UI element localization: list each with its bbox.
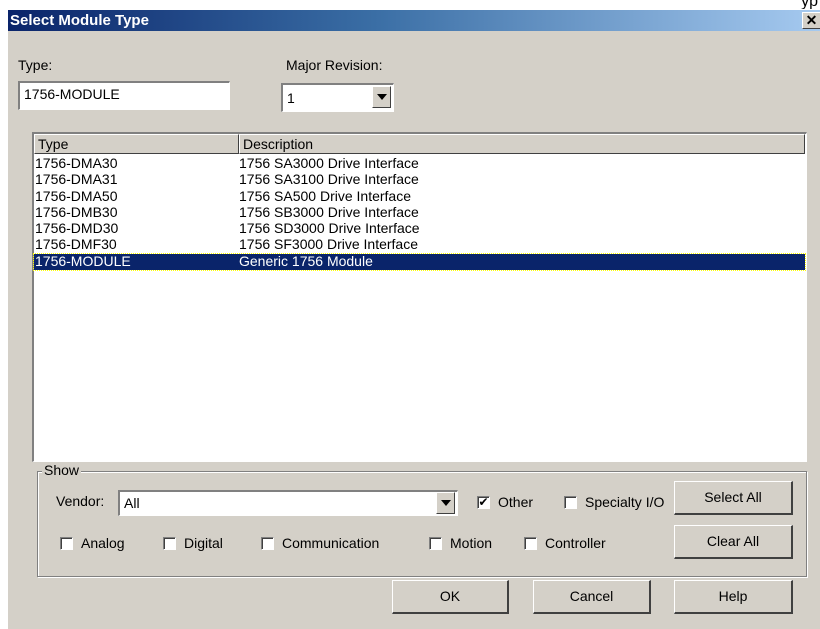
checkbox-box-icon xyxy=(429,536,442,550)
list-item[interactable]: 1756-DMF30 1756 SF3000 Drive Interface xyxy=(34,236,805,253)
module-type-cell: 1756-DMD30 xyxy=(35,220,119,237)
list-item[interactable]: 1756-DMA50 1756 SA500 Drive Interface xyxy=(34,187,805,205)
list-item-selected[interactable]: 1756-MODULE Generic 1756 Module xyxy=(33,252,806,272)
analog-label: Analog xyxy=(81,535,125,551)
type-input[interactable]: 1756-MODULE xyxy=(18,81,230,110)
motion-label: Motion xyxy=(450,535,493,551)
type-input-value: 1756-MODULE xyxy=(24,86,120,102)
major-revision-label: Major Revision: xyxy=(286,57,383,73)
communication-label: Communication xyxy=(282,535,380,551)
module-type-cell: 1756-DMA30 xyxy=(35,155,118,171)
column-header-description[interactable]: Description xyxy=(239,134,805,154)
module-description-cell: 1756 SA500 Drive Interface xyxy=(239,187,411,204)
other-label: Other xyxy=(498,494,534,510)
title-bar[interactable]: Select Module Type ✕ xyxy=(8,10,820,31)
controller-label: Controller xyxy=(545,535,606,551)
specialty-io-checkbox[interactable]: Specialty I/O xyxy=(564,494,664,510)
module-type-list[interactable]: Type Description 1756-DMA30 1756 SA3000 … xyxy=(32,132,807,462)
digital-checkbox[interactable]: Digital xyxy=(163,535,223,551)
checkbox-box-icon xyxy=(524,536,537,550)
module-description-cell: Generic 1756 Module xyxy=(239,252,373,269)
module-description-cell: 1756 SA3000 Drive Interface xyxy=(239,155,419,171)
checkbox-box-icon xyxy=(564,495,577,509)
analog-checkbox[interactable]: Analog xyxy=(60,535,125,551)
chevron-down-icon[interactable] xyxy=(372,86,391,108)
list-item[interactable]: 1756-DMD30 1756 SD3000 Drive Interface xyxy=(34,220,805,237)
module-type-cell: 1756-DMF30 xyxy=(35,236,117,253)
digital-label: Digital xyxy=(184,535,223,551)
major-revision-select[interactable]: 1 xyxy=(281,83,394,112)
major-revision-value: 1 xyxy=(287,90,295,106)
vendor-label: Vendor: xyxy=(56,493,105,509)
communication-checkbox[interactable]: Communication xyxy=(261,535,379,551)
motion-checkbox[interactable]: Motion xyxy=(429,535,492,551)
module-type-cell: 1756-DMA31 xyxy=(35,171,118,188)
vendor-select[interactable]: All xyxy=(118,490,458,516)
ok-button[interactable]: OK xyxy=(392,580,509,614)
checkbox-box-icon xyxy=(163,536,176,550)
list-item[interactable]: 1756-DMA30 1756 SA3000 Drive Interface xyxy=(34,155,805,172)
module-type-cell: 1756-DMA50 xyxy=(35,187,118,204)
module-description-cell: 1756 SD3000 Drive Interface xyxy=(239,220,420,237)
list-item[interactable]: 1756-DMB30 1756 SB3000 Drive Interface xyxy=(34,203,805,221)
module-type-cell: 1756-DMB30 xyxy=(35,203,118,220)
vendor-value: All xyxy=(124,495,140,511)
checkbox-box-icon xyxy=(60,536,73,550)
close-icon: ✕ xyxy=(805,12,818,28)
show-group-title: Show xyxy=(42,462,82,478)
column-header-type[interactable]: Type xyxy=(34,134,239,154)
cancel-button[interactable]: Cancel xyxy=(533,580,651,614)
module-description-cell: 1756 SB3000 Drive Interface xyxy=(239,203,419,220)
select-module-type-dialog: Select Module Type ✕ Type: 1756-MODULE M… xyxy=(7,9,820,629)
type-label: Type: xyxy=(18,57,53,73)
list-item[interactable]: 1756-DMA31 1756 SA3100 Drive Interface xyxy=(34,171,805,188)
checkbox-box-icon xyxy=(261,536,274,550)
chevron-down-icon[interactable] xyxy=(436,492,455,514)
list-rows: 1756-DMA30 1756 SA3000 Drive Interface 1… xyxy=(33,155,806,272)
list-header: Type Description xyxy=(34,134,805,154)
module-description-cell: 1756 SF3000 Drive Interface xyxy=(239,236,418,253)
module-type-cell: 1756-MODULE xyxy=(35,252,131,269)
module-description-cell: 1756 SA3100 Drive Interface xyxy=(239,171,419,188)
check-icon: ✔ xyxy=(477,494,490,509)
help-button[interactable]: Help xyxy=(674,580,793,614)
window-title: Select Module Type xyxy=(10,12,149,29)
select-all-button[interactable]: Select All xyxy=(674,481,793,515)
specialty-io-label: Specialty I/O xyxy=(585,494,665,510)
controller-checkbox[interactable]: Controller xyxy=(524,535,606,551)
close-button[interactable]: ✕ xyxy=(802,12,820,29)
clear-all-button[interactable]: Clear All xyxy=(674,525,793,559)
other-checkbox[interactable]: ✔ Other xyxy=(477,494,533,510)
